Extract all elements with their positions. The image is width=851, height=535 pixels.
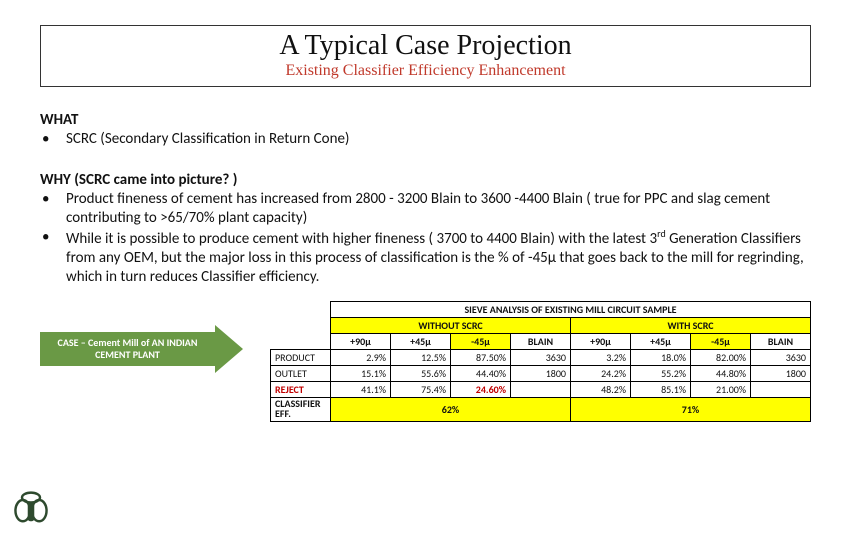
row-label: PRODUCT xyxy=(271,349,331,365)
table-title: SIEVE ANALYSIS OF EXISTING MILL CIRCUIT … xyxy=(331,301,811,317)
why-bullet-1-text: Product fineness of cement has increased… xyxy=(66,190,811,228)
what-heading: WHAT xyxy=(40,111,811,129)
cell: 18.0% xyxy=(631,349,691,365)
cell: 2.9% xyxy=(331,349,391,365)
company-logo-icon xyxy=(14,491,48,527)
what-bullet-text: SCRC (Secondary Classification in Return… xyxy=(66,130,811,149)
arrow-head-icon xyxy=(215,325,243,373)
cell: 44.40% xyxy=(451,365,511,381)
col-head: +90µ xyxy=(571,333,631,349)
cell: 41.1% xyxy=(331,381,391,397)
cell xyxy=(511,381,571,397)
bullet-mark: • xyxy=(40,130,66,149)
arrow-shape: CASE – Cement Mill of AN INDIAN CEMENT P… xyxy=(40,329,260,369)
lower-section: CASE – Cement Mill of AN INDIAN CEMENT P… xyxy=(40,301,811,422)
col-head: +45µ xyxy=(391,333,451,349)
table-row: PRODUCT 2.9% 12.5% 87.50% 3630 3.2% 18.0… xyxy=(271,349,811,365)
cell: 24.2% xyxy=(571,365,631,381)
table-row-eff: CLASSIFIER EFF. 62% 71% xyxy=(271,397,811,421)
table-row: REJECT 41.1% 75.4% 24.60% 48.2% 85.1% 21… xyxy=(271,381,811,397)
cell: 12.5% xyxy=(391,349,451,365)
cell: 75.4% xyxy=(391,381,451,397)
why-bullet-2: • While it is possible to produce cement… xyxy=(40,228,811,286)
slide-body: WHAT • SCRC (Secondary Classification in… xyxy=(0,87,851,422)
cell: 3630 xyxy=(751,349,811,365)
col-head: BLAIN xyxy=(751,333,811,349)
why-heading: WHY (SCRC came into picture? ) xyxy=(40,171,811,189)
row-label: OUTLET xyxy=(271,365,331,381)
cell: 87.50% xyxy=(451,349,511,365)
col-head: -45µ xyxy=(691,333,751,349)
what-bullet: • SCRC (Secondary Classification in Retu… xyxy=(40,130,811,149)
cell: 21.00% xyxy=(691,381,751,397)
case-arrow: CASE – Cement Mill of AN INDIAN CEMENT P… xyxy=(40,329,270,369)
cell: 24.60% xyxy=(451,381,511,397)
cell: 3630 xyxy=(511,349,571,365)
col-head: +45µ xyxy=(631,333,691,349)
cell: 1800 xyxy=(751,365,811,381)
cell xyxy=(751,381,811,397)
col-head: -45µ xyxy=(451,333,511,349)
row-label-eff: CLASSIFIER EFF. xyxy=(271,397,331,421)
col-head: +90µ xyxy=(331,333,391,349)
cell: 55.2% xyxy=(631,365,691,381)
group-with: WITH SCRC xyxy=(571,317,811,333)
bullet-mark: • xyxy=(40,190,66,228)
sieve-table: SIEVE ANALYSIS OF EXISTING MILL CIRCUIT … xyxy=(270,301,811,422)
table-row: OUTLET 15.1% 55.6% 44.40% 1800 24.2% 55.… xyxy=(271,365,811,381)
slide-subtitle: Existing Classifier Efficiency Enhanceme… xyxy=(41,62,810,80)
cell: 44.80% xyxy=(691,365,751,381)
eff-without: 62% xyxy=(331,397,571,421)
eff-with: 71% xyxy=(571,397,811,421)
group-without: WITHOUT SCRC xyxy=(331,317,571,333)
cell: 85.1% xyxy=(631,381,691,397)
title-box: A Typical Case Projection Existing Class… xyxy=(40,25,811,87)
arrow-label: CASE – Cement Mill of AN INDIAN CEMENT P… xyxy=(40,332,215,366)
cell: 15.1% xyxy=(331,365,391,381)
col-head: BLAIN xyxy=(511,333,571,349)
cell: 1800 xyxy=(511,365,571,381)
cell: 82.00% xyxy=(691,349,751,365)
why-bullet-1: • Product fineness of cement has increas… xyxy=(40,190,811,228)
slide-title: A Typical Case Projection xyxy=(41,30,810,62)
cell: 48.2% xyxy=(571,381,631,397)
row-label-reject: REJECT xyxy=(271,381,331,397)
why-bullet-2-text: While it is possible to produce cement w… xyxy=(66,228,811,286)
bullet-mark: • xyxy=(40,228,66,286)
cell: 55.6% xyxy=(391,365,451,381)
cell: 3.2% xyxy=(571,349,631,365)
